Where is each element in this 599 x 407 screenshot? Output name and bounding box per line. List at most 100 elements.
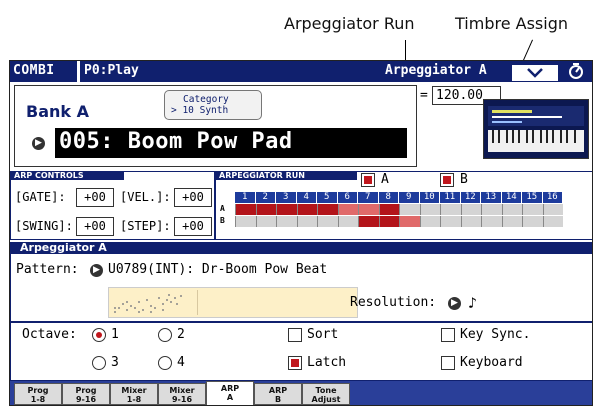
metronome-icon[interactable] — [566, 62, 586, 80]
velocity-field[interactable]: +00 — [174, 188, 212, 207]
grid-cell-b[interactable] — [440, 216, 461, 227]
grid-cell-b[interactable] — [460, 216, 481, 227]
grid-cell-a[interactable] — [276, 204, 297, 215]
tab-mixer-9-16[interactable]: Mixer 9-16 — [158, 383, 206, 405]
grid-cell-a[interactable] — [522, 204, 543, 215]
bank-label: Bank A — [26, 102, 89, 121]
grid-cell-a[interactable] — [460, 204, 481, 215]
grid-cell-b[interactable] — [255, 216, 276, 227]
pattern-label: Pattern: — [16, 262, 79, 277]
grid-cell-a[interactable] — [481, 204, 502, 215]
callout-timbre-assign: Timbre Assign — [455, 14, 568, 33]
octave-1-radio[interactable] — [92, 328, 106, 342]
arp-run-a-checkbox[interactable] — [361, 173, 375, 187]
grid-cell-b[interactable] — [317, 216, 338, 227]
tab-arp-a[interactable]: ARP A — [206, 381, 254, 405]
grid-cell-a[interactable] — [542, 204, 563, 215]
grid-column-header: 13 — [481, 192, 501, 203]
grid-cell-a[interactable] — [235, 204, 256, 215]
tab-label-line1: Tone — [315, 386, 337, 395]
octave-2-radio[interactable] — [158, 328, 172, 342]
grid-cell-a[interactable] — [255, 204, 276, 215]
grid-column-header: 1 — [235, 192, 255, 203]
page-title: P0:Play — [84, 63, 139, 78]
latch-label: Latch — [307, 355, 347, 370]
eighth-note-icon: ♪ — [468, 294, 478, 312]
tab-arp-b[interactable]: ARP B — [254, 383, 302, 405]
pattern-value[interactable]: U0789(INT): Dr-Boom Pow Beat — [108, 262, 327, 277]
step-field[interactable]: +00 — [174, 217, 212, 236]
pattern-popup-arrow-icon[interactable]: ▶ — [90, 264, 103, 277]
latch-checkbox[interactable] — [288, 356, 302, 370]
step-label: [STEP]: — [120, 219, 171, 233]
lcd-screen: COMBI P0:Play Arpeggiator A Bank A Categ… — [9, 60, 593, 406]
grid-cell-b[interactable] — [296, 216, 317, 227]
category-label: Category — [183, 94, 229, 105]
velocity-label: [VEL.]: — [120, 190, 171, 204]
tab-prog-1-8[interactable]: Prog 1-8 — [14, 383, 62, 405]
category-select-button[interactable]: Category > 10 Synth — [164, 90, 262, 120]
grid-cell-b[interactable] — [378, 216, 399, 227]
sort-label: Sort — [307, 327, 339, 342]
key-sync-checkbox[interactable] — [441, 328, 455, 342]
keyboard-checkbox[interactable] — [441, 356, 455, 370]
page-menu-button[interactable] — [511, 64, 559, 82]
grid-cell-b[interactable] — [358, 216, 379, 227]
tab-label-line1: Prog — [27, 386, 49, 395]
arp-run-a-label: A — [381, 172, 389, 187]
grid-cell-a[interactable] — [317, 204, 338, 215]
grid-cell-b[interactable] — [481, 216, 502, 227]
callout-arpeggiator-run: Arpeggiator Run — [284, 14, 415, 33]
grid-cell-b[interactable] — [337, 216, 358, 227]
resolution-popup-arrow-icon[interactable]: ▶ — [448, 297, 461, 310]
arpeggiator-a-title-text: Arpeggiator A — [20, 241, 107, 254]
arp-run-b-checkbox[interactable] — [440, 173, 454, 187]
title-bar: COMBI P0:Play Arpeggiator A — [10, 61, 592, 82]
chevron-down-icon — [527, 68, 543, 78]
grid-cell-b[interactable] — [419, 216, 440, 227]
program-popup-arrow-icon[interactable]: ▶ — [32, 137, 45, 150]
grid-cell-a[interactable] — [296, 204, 317, 215]
arpeggiator-a-title: Arpeggiator A — [10, 242, 592, 254]
tab-label-line1: ARP — [220, 384, 240, 393]
grid-cell-b[interactable] — [276, 216, 297, 227]
tab-label-line2: A — [226, 393, 234, 402]
grid-cell-b[interactable] — [235, 216, 256, 227]
grid-cell-a[interactable] — [378, 204, 399, 215]
swing-label: [SWING]: — [15, 219, 73, 233]
mode-label: COMBI — [13, 63, 55, 78]
grid-cell-a[interactable] — [501, 204, 522, 215]
tab-label-line2: 1-8 — [30, 395, 46, 404]
octave-4-label: 4 — [177, 355, 185, 370]
timbre-assign-grid: A B 1 2 3 4 5 6 7 8 9 10 11 12 13 14 15 16 — [220, 192, 591, 232]
gate-field[interactable]: +00 — [76, 188, 114, 207]
swing-field[interactable]: +00 — [76, 217, 114, 236]
grid-cell-b[interactable] — [542, 216, 563, 227]
grid-cell-b[interactable] — [399, 216, 420, 227]
grid-cell-b[interactable] — [522, 216, 543, 227]
grid-column-header: 14 — [501, 192, 521, 203]
title-separator — [77, 61, 80, 82]
grid-column-header: 6 — [337, 192, 357, 203]
grid-cell-b[interactable] — [501, 216, 522, 227]
arpeggiator-run-title: ARPEGGIATOR RUN — [215, 171, 357, 180]
grid-cell-a[interactable] — [440, 204, 461, 215]
grid-cell-a[interactable] — [358, 204, 379, 215]
tab-label-line2: 1-8 — [126, 395, 142, 404]
tab-label-line1: Prog — [75, 386, 97, 395]
octave-3-radio[interactable] — [92, 356, 106, 370]
tab-mixer-1-8[interactable]: Mixer 1-8 — [110, 383, 158, 405]
grid-row-b-label: B — [220, 216, 225, 225]
grid-cell-a[interactable] — [337, 204, 358, 215]
tab-prog-9-16[interactable]: Prog 9-16 — [62, 383, 110, 405]
sort-checkbox[interactable] — [288, 328, 302, 342]
tab-tone-adjust[interactable]: Tone Adjust — [302, 383, 350, 405]
grid-cell-a[interactable] — [419, 204, 440, 215]
arp-controls-title: ARP CONTROLS — [10, 171, 124, 180]
grid-column-header: 9 — [399, 192, 419, 203]
arp-run-b-label: B — [460, 172, 468, 187]
pattern-preview-thumbnail — [111, 290, 198, 315]
page-tabs: Prog 1-8 Prog 9-16 Mixer 1-8 Mixer 9-16 ARP A ARP B… — [10, 381, 592, 405]
octave-4-radio[interactable] — [158, 356, 172, 370]
grid-cell-a[interactable] — [399, 204, 420, 215]
